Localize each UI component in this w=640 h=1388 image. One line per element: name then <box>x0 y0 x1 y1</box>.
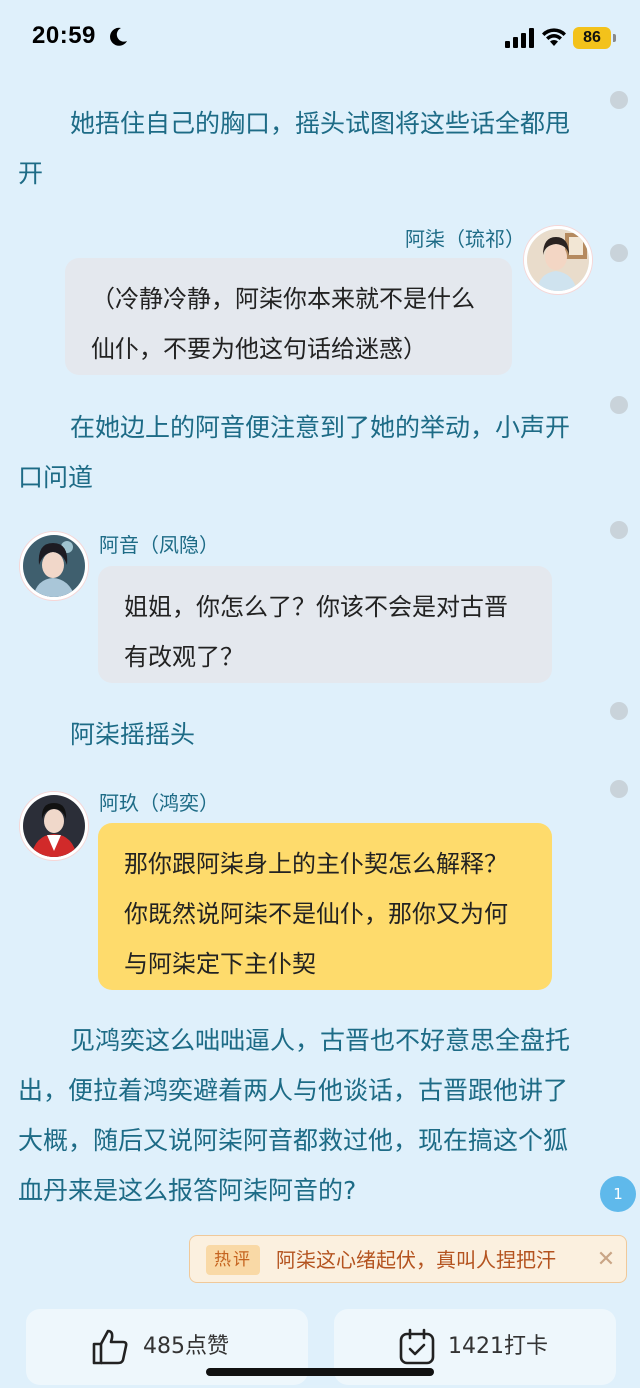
chat-bubble: 那你跟阿柒身上的主仆契怎么解释？你既然说阿柒不是仙仆，那你又为何与阿柒定下主仆契 <box>98 823 552 990</box>
comment-count-badge[interactable]: 1 <box>600 1176 636 1212</box>
thumbs-up-icon <box>92 1329 128 1365</box>
paragraph-comment-dot[interactable] <box>610 521 628 539</box>
calendar-check-icon <box>399 1328 435 1365</box>
chat-bubble: （冷静冷静，阿柒你本来就不是什么仙仆，不要为他这句话给迷惑） <box>65 258 512 375</box>
avatar[interactable] <box>20 532 88 600</box>
paragraph-comment-dot[interactable] <box>610 91 628 109</box>
narration-paragraph: 她捂住自己的胸口，摇头试图将这些话全都甩开 <box>18 109 571 188</box>
hot-comment-bar[interactable]: 热评 阿柒这心绪起伏，真叫人捏把汗 ✕ <box>189 1235 627 1283</box>
speaker-name: 阿音（凤隐） <box>99 533 219 557</box>
chat-bubble: 姐姐，你怎么了？你该不会是对古晋有改观了？ <box>98 566 552 683</box>
battery-icon: 86 <box>573 27 611 49</box>
like-count-label: 485点赞 <box>143 1334 229 1359</box>
paragraph-comment-dot[interactable] <box>610 396 628 414</box>
close-icon[interactable]: ✕ <box>594 1245 618 1275</box>
wifi-icon <box>542 28 566 46</box>
speaker-name: 阿玖（鸿奕） <box>99 791 219 815</box>
battery-tip <box>613 34 616 42</box>
speaker-name: 阿柒（琉祁） <box>405 227 525 251</box>
narration-paragraph: 在她边上的阿音便注意到了她的举动，小声开口问道 <box>18 413 571 492</box>
narration-paragraph: 见鸿奕这么咄咄逼人，古晋也不好意思全盘托出，便拉着鸿奕避着两人与他谈话，古晋跟他… <box>18 1026 571 1205</box>
status-bar: 20:59 86 <box>0 0 640 78</box>
paragraph-comment-dot[interactable] <box>610 780 628 798</box>
avatar[interactable] <box>524 226 592 294</box>
narration-paragraph: 阿柒摇摇头 <box>70 720 196 749</box>
status-time: 20:59 <box>32 22 96 49</box>
avatar-portrait-icon <box>527 229 589 291</box>
paragraph-comment-dot[interactable] <box>610 244 628 262</box>
cellular-signal-icon <box>505 28 534 48</box>
hot-comment-tag: 热评 <box>206 1245 260 1275</box>
moon-icon <box>110 27 127 46</box>
avatar-portrait-icon <box>23 795 85 857</box>
hot-comment-text: 阿柒这心绪起伏，真叫人捏把汗 <box>276 1248 556 1272</box>
paragraph-comment-dot[interactable] <box>610 702 628 720</box>
home-indicator[interactable] <box>206 1368 434 1376</box>
checkin-count-label: 1421打卡 <box>448 1334 548 1359</box>
avatar[interactable] <box>20 792 88 860</box>
avatar-portrait-icon <box>23 535 85 597</box>
